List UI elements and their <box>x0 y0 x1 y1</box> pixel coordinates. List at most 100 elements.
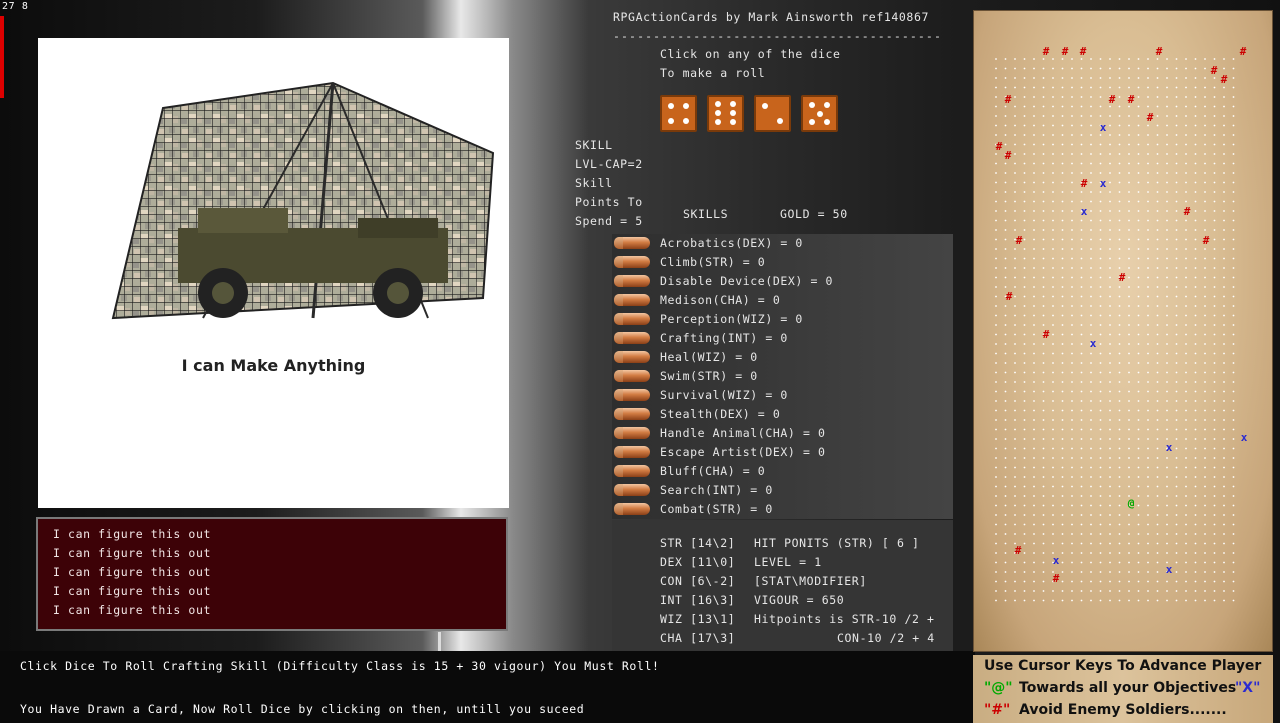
map-cell-dot <box>1023 352 1026 355</box>
map-cell-dot <box>1223 523 1225 526</box>
map-cell-dot <box>1042 77 1045 79</box>
map-cell-dot <box>1185 400 1187 402</box>
map-cell-dot <box>995 86 997 89</box>
map-cell-dot <box>995 390 997 393</box>
map-cell-dot <box>1118 495 1121 497</box>
skill-row-search[interactable]: Search(INT) = 0 <box>612 481 952 499</box>
skill-row-climb[interactable]: Climb(STR) = 0 <box>612 253 952 271</box>
map-cell-dot <box>1118 77 1121 79</box>
skill-row-survival[interactable]: Survival(WIZ) = 0 <box>612 386 952 404</box>
map-cell-dot <box>1052 390 1054 393</box>
skill-row-acrobatics[interactable]: Acrobatics(DEX) = 0 <box>612 234 952 252</box>
bullet-icon <box>614 313 650 325</box>
map-cell-dot <box>1156 143 1159 146</box>
map-cell-dot <box>1204 191 1206 193</box>
skill-row-disable-device[interactable]: Disable Device(DEX) = 0 <box>612 272 952 290</box>
map-cell-dot <box>1137 343 1140 345</box>
map-cell-dot <box>1052 67 1054 70</box>
map-cell-dot <box>1071 428 1073 431</box>
map-cell-dot <box>1061 533 1064 535</box>
map-cell-dot <box>1090 533 1092 535</box>
skill-row-heal[interactable]: Heal(WIZ) = 0 <box>612 348 952 366</box>
objective-marker: x <box>1166 563 1173 576</box>
map-cell-dot <box>1223 314 1225 317</box>
game-map[interactable]: # # # # # # # # # # # # # # # # # # # # # # x x x x x x x x @ <box>973 10 1273 652</box>
map-cell-dot <box>1213 542 1216 545</box>
map-cell-dot <box>1052 58 1054 60</box>
map-cell-dot <box>1147 181 1149 184</box>
map-cell-dot <box>1128 134 1130 136</box>
map-cell-dot <box>1071 590 1073 592</box>
map-cell-dot <box>1099 599 1102 602</box>
map-cell-dot <box>1061 143 1064 146</box>
map-cell-dot <box>1090 257 1092 260</box>
map-cell-dot <box>1232 590 1235 592</box>
map-cell-dot <box>1090 542 1092 545</box>
map-cell-dot <box>1137 134 1140 136</box>
die-1[interactable] <box>660 95 697 132</box>
map-cell-dot <box>1213 295 1216 298</box>
map-cell-dot <box>1204 115 1206 117</box>
map-cell-dot <box>1194 476 1197 478</box>
map-cell-dot <box>1023 257 1026 260</box>
skill-row-escape-artist[interactable]: Escape Artist(DEX) = 0 <box>612 443 952 461</box>
map-cell-dot <box>1204 229 1206 231</box>
map-cell-dot <box>1147 257 1149 260</box>
map-cell-dot <box>1175 457 1178 459</box>
map-cell-dot <box>1232 390 1235 393</box>
map-cell-dot <box>1033 409 1035 412</box>
map-cell-dot <box>1213 571 1216 573</box>
map-cell-dot <box>1071 115 1073 117</box>
map-cell-dot <box>1052 514 1054 516</box>
map-cell-dot <box>1090 105 1092 108</box>
dice-prompt-line2: To make a roll <box>660 66 766 80</box>
die-4[interactable] <box>801 95 838 132</box>
map-cell-dot <box>1194 590 1197 592</box>
map-cell-dot <box>1023 276 1026 279</box>
skill-row-swim[interactable]: Swim(STR) = 0 <box>612 367 952 385</box>
map-cell-dot <box>1061 476 1064 478</box>
map-cell-dot <box>1023 86 1026 89</box>
map-cell-dot <box>1223 134 1225 136</box>
map-cell-dot <box>1061 428 1064 431</box>
map-cell-dot <box>1052 200 1054 203</box>
map-cell-dot <box>1232 181 1235 184</box>
map-cell-dot <box>1213 580 1216 583</box>
map-cell-dot <box>1099 390 1102 393</box>
map-cell-dot <box>1033 58 1035 60</box>
map-cell-dot <box>1004 181 1007 184</box>
map-cell-dot <box>1175 238 1178 241</box>
map-cell-dot <box>1166 599 1168 602</box>
map-cell-dot <box>1023 248 1026 250</box>
map-cell-dot <box>1109 200 1111 203</box>
map-cell-dot <box>1033 371 1035 374</box>
map-cell-dot <box>1014 181 1016 184</box>
map-cell-dot <box>1137 143 1140 146</box>
map-cell-dot <box>1099 457 1102 459</box>
die-2[interactable] <box>707 95 744 132</box>
map-cell-dot <box>1090 400 1092 402</box>
map-cell-dot <box>1033 485 1035 488</box>
skill-row-bluff[interactable]: Bluff(CHA) = 0 <box>612 462 952 480</box>
map-cell-dot <box>1014 324 1016 326</box>
map-cell-dot <box>1204 210 1206 212</box>
map-cell-dot <box>1033 238 1035 241</box>
map-cell-dot <box>1109 115 1111 117</box>
skill-row-handle-animal[interactable]: Handle Animal(CHA) = 0 <box>612 424 952 442</box>
die-3[interactable] <box>754 95 791 132</box>
skill-row-medison[interactable]: Medison(CHA) = 0 <box>612 291 952 309</box>
map-cell-dot <box>1156 438 1159 440</box>
map-cell-dot <box>1232 504 1235 507</box>
skill-row-perception[interactable]: Perception(WIZ) = 0 <box>612 310 952 328</box>
map-cell-dot <box>1156 400 1159 402</box>
map-cell-dot <box>1071 276 1073 279</box>
skill-row-combat[interactable]: Combat(STR) = 0 <box>612 500 952 518</box>
map-cell-dot <box>1128 466 1130 469</box>
map-cell-dot <box>1109 504 1111 507</box>
map-cell-dot <box>1090 371 1092 374</box>
skill-row-crafting[interactable]: Crafting(INT) = 0 <box>612 329 952 347</box>
map-cell-dot <box>1232 419 1235 421</box>
map-cell-dot <box>1014 77 1016 79</box>
log-line: I can figure this out <box>53 527 211 541</box>
skill-row-stealth[interactable]: Stealth(DEX) = 0 <box>612 405 952 423</box>
